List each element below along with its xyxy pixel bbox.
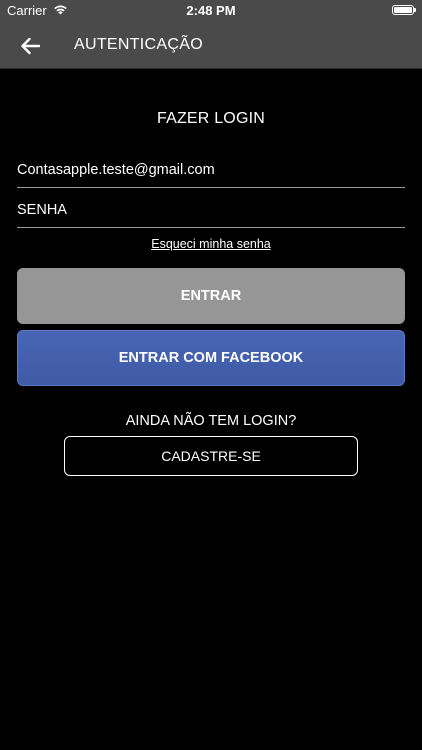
login-button[interactable]: ENTRAR	[17, 268, 405, 324]
page-title: AUTENTICAÇÃO	[74, 36, 203, 53]
register-button[interactable]: CADASTRE-SE	[64, 436, 358, 476]
forgot-password-link[interactable]: Esqueci minha senha	[0, 237, 422, 251]
back-button[interactable]	[14, 32, 46, 60]
email-input[interactable]	[17, 153, 405, 187]
password-input[interactable]	[17, 193, 405, 227]
login-heading: FAZER LOGIN	[157, 110, 265, 127]
status-time: 2:48 PM	[186, 3, 236, 18]
battery-icon	[392, 5, 416, 15]
facebook-login-button[interactable]: ENTRAR COM FACEBOOK	[17, 330, 405, 386]
no-account-prompt: AINDA NÃO TEM LOGIN?	[125, 413, 297, 429]
password-field	[17, 193, 405, 228]
status-bar: Carrier 2:48 PM	[0, 0, 422, 22]
arrow-left-icon	[21, 37, 40, 55]
email-field	[17, 153, 405, 188]
navigation-bar: AUTENTICAÇÃO	[0, 22, 422, 69]
